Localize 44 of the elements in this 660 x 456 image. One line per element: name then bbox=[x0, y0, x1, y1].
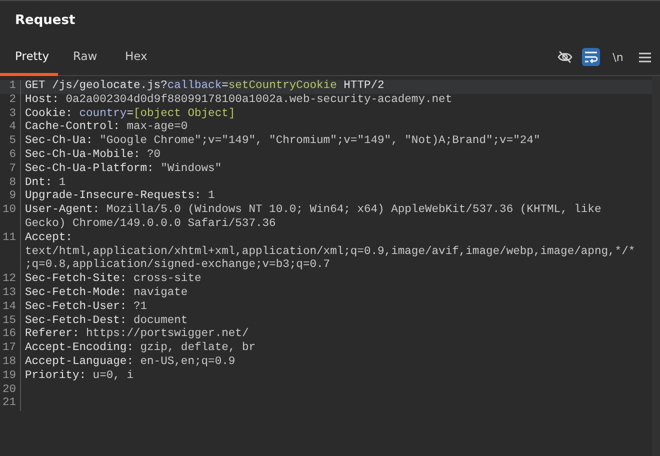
code-line: Sec-Fetch-Site: cross-site bbox=[24, 273, 202, 286]
newline-toggle[interactable]: \n bbox=[608, 48, 628, 66]
code-line: Priority: u=0, i bbox=[24, 370, 134, 384]
code-line: Sec-Fetch-User: ?1 bbox=[24, 300, 148, 314]
code-line: GET /js/geolocate.js?callback=setCountryCookie HTTP/2 bbox=[24, 80, 386, 94]
line-number: 9 bbox=[0, 190, 21, 204]
code-line: Accept-Language: en-US,en;q=0.9 bbox=[24, 356, 236, 370]
line-number: 6 bbox=[0, 148, 21, 163]
line-number: 14 bbox=[0, 300, 21, 315]
line-number: 11 bbox=[0, 232, 21, 274]
line-number: 20 bbox=[0, 384, 21, 398]
line-number: 18 bbox=[0, 356, 21, 370]
code-line: Dnt: 1 bbox=[24, 176, 67, 190]
line-number: 4 bbox=[0, 121, 21, 136]
line-number: 12 bbox=[0, 273, 21, 287]
code-line: Accept-Encoding: gzip, deflate, br bbox=[24, 342, 256, 356]
code-line: Sec-Ch-Ua-Mobile: ?0 bbox=[24, 148, 162, 162]
code-line: Sec-Ch-Ua-Platform: "Windows" bbox=[24, 162, 223, 177]
line-number: 10 bbox=[0, 204, 21, 232]
line-number: 21 bbox=[0, 397, 21, 412]
code-line: Sec-Ch-Ua: "Google Chrome";v="149", "Chromium";v="149", "Not)A;Brand";v="24" bbox=[24, 135, 542, 148]
line-number: 5 bbox=[0, 135, 21, 149]
panel-title: Request bbox=[15, 12, 76, 28]
line-number: 16 bbox=[0, 328, 21, 342]
line-number: 15 bbox=[0, 314, 21, 328]
line-number: 19 bbox=[0, 370, 21, 384]
line-number: 13 bbox=[0, 286, 21, 301]
code-line: Cookie: country=[object Object] bbox=[24, 108, 236, 120]
code-line: Sec-Fetch-Dest: document bbox=[24, 314, 189, 328]
code-line: Host: 0a2a002304d0d9f88099178100a1002a.web-security-academy.net bbox=[24, 94, 454, 108]
line-number: 7 bbox=[0, 162, 21, 177]
line-number: 1 bbox=[0, 80, 21, 94]
text-wrap-icon[interactable] bbox=[582, 48, 600, 66]
code-line: Upgrade-Insecure-Requests: 1 bbox=[24, 190, 216, 204]
line-number: 17 bbox=[0, 342, 21, 356]
line-number: 2 bbox=[0, 94, 21, 108]
line-number: 3 bbox=[0, 108, 21, 122]
code-line: Cache-Control: max-age=0 bbox=[24, 121, 189, 134]
code-line: Sec-Fetch-Mode: navigate bbox=[24, 286, 189, 300]
view-tab[interactable]: Raw bbox=[58, 39, 110, 76]
view-tab[interactable]: Hex bbox=[110, 39, 162, 76]
line-number: 8 bbox=[0, 176, 21, 190]
code-line: User-Agent: Mozilla/5.0 (Windows NT 10.0; Win64; x64) AppleWebKit/537.36 (KHTML, like Gecko) Chrome/149.0.0.0 Safari/537.36 bbox=[24, 204, 602, 232]
code-line: Referer: https://portswigger.net/ bbox=[24, 328, 250, 342]
